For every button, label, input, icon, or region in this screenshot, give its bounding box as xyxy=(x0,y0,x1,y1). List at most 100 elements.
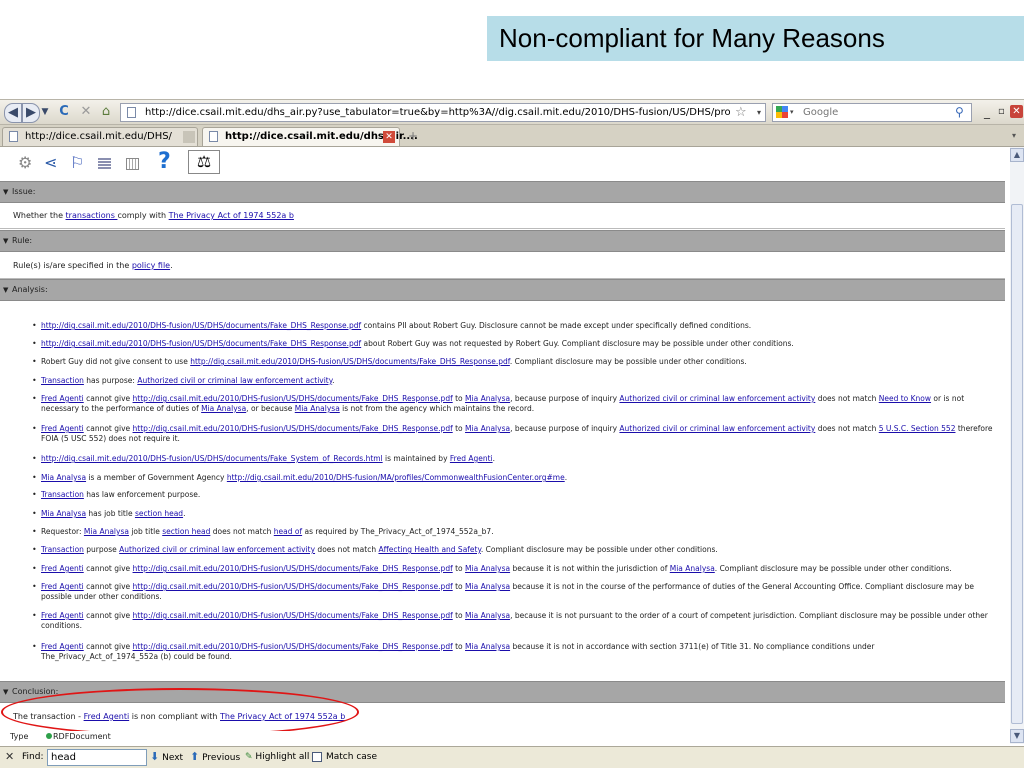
help-icon[interactable]: ? xyxy=(158,149,171,175)
analysis-link[interactable]: http://dig.csail.mit.edu/2010/DHS-fusion… xyxy=(227,473,565,482)
analysis-link[interactable]: http://dig.csail.mit.edu/2010/DHS-fusion… xyxy=(190,357,510,366)
forward-button[interactable]: ▶ xyxy=(22,103,40,123)
new-tab-button[interactable]: + xyxy=(408,128,418,144)
analysis-link[interactable]: http://dig.csail.mit.edu/2010/DHS-fusion… xyxy=(133,611,453,620)
analysis-link[interactable]: Mia Analysa xyxy=(41,509,86,518)
analysis-link[interactable]: Transaction xyxy=(41,545,84,554)
collapse-triangle-icon[interactable]: ▼ xyxy=(3,182,8,202)
analysis-item: • Mia Analysa is a member of Government A… xyxy=(32,473,996,483)
share-icon[interactable]: ⋖ xyxy=(44,153,57,173)
analysis-link[interactable]: Mia Analysa xyxy=(465,611,510,620)
analysis-link[interactable]: Mia Analysa xyxy=(670,564,715,573)
conclusion-header[interactable]: ▼ Conclusion: xyxy=(0,681,1005,703)
graph-icon[interactable]: ⚐ xyxy=(70,153,84,173)
analysis-link[interactable]: Fred Agenti xyxy=(450,454,493,463)
scroll-down-button[interactable]: ▼ xyxy=(1010,729,1024,743)
analysis-link[interactable]: Mia Analysa xyxy=(84,527,129,536)
tab-close-icon[interactable]: ✕ xyxy=(383,131,395,143)
find-next-button[interactable]: ⬇ Next xyxy=(150,750,183,765)
analysis-link[interactable]: Mia Analysa xyxy=(465,564,510,573)
collapse-triangle-icon[interactable]: ▼ xyxy=(3,231,8,251)
scroll-up-button[interactable]: ▲ xyxy=(1010,148,1024,162)
analysis-link[interactable]: Authorized civil or criminal law enforce… xyxy=(619,394,815,403)
search-bar[interactable]: ▾ ⚲ xyxy=(772,103,972,122)
analysis-link[interactable]: Fred Agenti xyxy=(41,564,84,573)
highlight-all-button[interactable]: ✎ Highlight all xyxy=(245,750,309,764)
tab-dhs-air[interactable]: http://dice.csail.mit.edu/dhs_air.... ✕ xyxy=(202,127,418,146)
back-button[interactable]: ◀ xyxy=(4,103,22,123)
analysis-link[interactable]: http://dig.csail.mit.edu/2010/DHS-fusion… xyxy=(133,424,453,433)
analysis-link[interactable]: Mia Analysa xyxy=(41,473,86,482)
analysis-link[interactable]: Authorized civil or criminal law enforce… xyxy=(137,376,332,385)
analysis-link[interactable]: Transaction xyxy=(41,490,84,499)
xml-icon[interactable] xyxy=(98,158,111,170)
table-icon[interactable] xyxy=(126,158,139,170)
url-text[interactable]: http://dice.csail.mit.edu/dhs_air.py?use… xyxy=(145,104,730,121)
search-icon[interactable]: ⚲ xyxy=(955,104,964,121)
analysis-link[interactable]: Fred Agenti xyxy=(41,424,84,433)
history-dropdown-icon[interactable]: ▼ xyxy=(40,103,50,121)
reload-button[interactable]: C xyxy=(56,103,72,121)
issue-header[interactable]: ▼ Issue: xyxy=(0,181,1005,203)
scales-icon[interactable]: ⚖ xyxy=(188,150,220,174)
analysis-link[interactable]: Mia Analysa xyxy=(465,394,510,403)
analysis-link[interactable]: Transaction xyxy=(41,376,84,385)
settings-icon[interactable]: ⚙ xyxy=(18,153,32,173)
find-close-button[interactable]: ✕ xyxy=(5,749,14,765)
analysis-link[interactable]: 5 U.S.C. Section 552 xyxy=(879,424,956,433)
vertical-scrollbar[interactable]: ▲ ▼ xyxy=(1010,147,1024,744)
analysis-link[interactable]: Affecting Health and Safety xyxy=(378,545,480,554)
analysis-link[interactable]: Fred Agenti xyxy=(41,582,84,591)
scroll-thumb[interactable] xyxy=(1011,204,1023,724)
match-case-label[interactable]: Match case xyxy=(326,750,377,764)
tab-list-icon[interactable]: ▾ xyxy=(1012,129,1016,143)
analysis-link[interactable]: Mia Analysa xyxy=(295,404,340,413)
analysis-link[interactable]: Mia Analysa xyxy=(465,424,510,433)
minimize-button[interactable]: _ xyxy=(984,104,990,120)
bookmark-star-icon[interactable]: ☆ xyxy=(735,104,747,121)
close-window-button[interactable]: ✕ xyxy=(1010,105,1023,118)
analysis-link[interactable]: http://dig.csail.mit.edu/2010/DHS-fusion… xyxy=(41,454,383,463)
search-engine-dropdown-icon[interactable]: ▾ xyxy=(790,104,794,121)
fred-agenti-link[interactable]: Fred Agenti xyxy=(84,712,130,721)
analysis-header[interactable]: ▼ Analysis: xyxy=(0,279,1005,301)
analysis-link[interactable]: http://dig.csail.mit.edu/2010/DHS-fusion… xyxy=(41,321,361,330)
type-value[interactable]: RDFDocument xyxy=(46,731,111,743)
analysis-link[interactable]: http://dig.csail.mit.edu/2010/DHS-fusion… xyxy=(133,642,453,651)
analysis-link[interactable]: http://dig.csail.mit.edu/2010/DHS-fusion… xyxy=(133,394,453,403)
find-previous-button[interactable]: ⬆ Previous xyxy=(190,750,240,765)
policy-file-link[interactable]: policy file xyxy=(132,261,170,270)
collapse-triangle-icon[interactable]: ▼ xyxy=(3,280,8,300)
google-icon[interactable] xyxy=(776,106,788,118)
privacy-act-link[interactable]: The Privacy Act of 1974 552a b xyxy=(169,211,294,220)
analysis-link[interactable]: Need to Know xyxy=(879,394,931,403)
analysis-link[interactable]: Authorized civil or criminal law enforce… xyxy=(119,545,315,554)
tab-dhs[interactable]: http://dice.csail.mit.edu/DHS/ xyxy=(2,127,198,146)
analysis-link[interactable]: Mia Analysa xyxy=(201,404,246,413)
match-case-checkbox[interactable] xyxy=(312,752,322,762)
tab-close-icon[interactable] xyxy=(183,131,195,143)
analysis-link[interactable]: http://dig.csail.mit.edu/2010/DHS-fusion… xyxy=(41,339,361,348)
privacy-act-link[interactable]: The Privacy Act of 1974 552a b xyxy=(220,712,345,721)
home-button[interactable]: ⌂ xyxy=(98,103,114,121)
analysis-link[interactable]: http://dig.csail.mit.edu/2010/DHS-fusion… xyxy=(133,564,453,573)
analysis-link[interactable]: http://dig.csail.mit.edu/2010/DHS-fusion… xyxy=(133,582,453,591)
analysis-link[interactable]: Fred Agenti xyxy=(41,642,84,651)
url-bar[interactable]: http://dice.csail.mit.edu/dhs_air.py?use… xyxy=(120,103,766,122)
analysis-link[interactable]: Fred Agenti xyxy=(41,611,84,620)
restore-button[interactable]: ▫ xyxy=(998,104,1005,120)
stop-button[interactable]: ✕ xyxy=(78,103,94,121)
transactions-link[interactable]: transactions xyxy=(66,211,118,220)
url-dropdown-icon[interactable]: ▾ xyxy=(757,104,761,121)
find-input[interactable] xyxy=(47,749,147,766)
analysis-link[interactable]: section head xyxy=(135,509,183,518)
collapse-triangle-icon[interactable]: ▼ xyxy=(3,682,8,702)
search-input[interactable] xyxy=(803,104,943,121)
rule-header[interactable]: ▼ Rule: xyxy=(0,230,1005,252)
analysis-link[interactable]: head of xyxy=(274,527,302,536)
analysis-link[interactable]: Authorized civil or criminal law enforce… xyxy=(619,424,815,433)
analysis-link[interactable]: section head xyxy=(162,527,210,536)
analysis-link[interactable]: Mia Analysa xyxy=(465,642,510,651)
analysis-link[interactable]: Fred Agenti xyxy=(41,394,84,403)
analysis-link[interactable]: Mia Analysa xyxy=(465,582,510,591)
